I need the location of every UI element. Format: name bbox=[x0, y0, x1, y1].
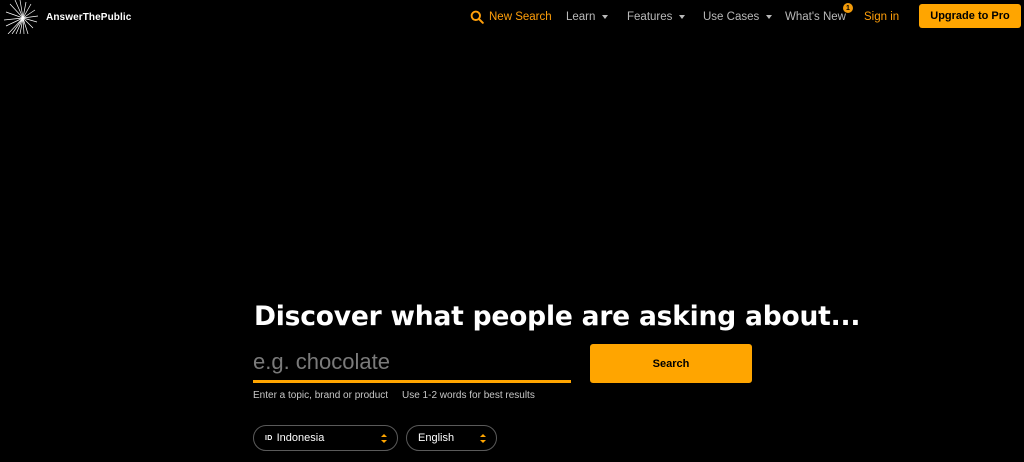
upgrade-to-pro-button[interactable]: Upgrade to Pro bbox=[919, 4, 1021, 28]
select-arrows-icon bbox=[480, 434, 486, 443]
nav-whats-new-link[interactable]: What's New bbox=[785, 0, 846, 34]
nav-features-dropdown[interactable]: Features bbox=[627, 0, 686, 34]
notification-badge: 1 bbox=[843, 3, 853, 13]
nav-learn-dropdown[interactable]: Learn bbox=[566, 0, 609, 34]
whats-new-label: What's New bbox=[785, 11, 846, 23]
hint-words: Use 1-2 words for best results bbox=[402, 390, 535, 401]
language-select[interactable]: English bbox=[406, 425, 497, 451]
sign-in-link[interactable]: Sign in bbox=[864, 0, 899, 34]
nav-use-cases-dropdown[interactable]: Use Cases bbox=[703, 0, 773, 34]
top-navigation: AnswerThePublic New Search Learn Feature… bbox=[0, 0, 1024, 34]
search-input[interactable] bbox=[253, 344, 571, 383]
upgrade-label: Upgrade to Pro bbox=[930, 10, 1010, 22]
chevron-down-icon bbox=[602, 15, 609, 19]
country-value: Indonesia bbox=[276, 432, 325, 444]
new-search-link[interactable]: New Search bbox=[470, 0, 552, 34]
hero-headline: Discover what people are asking about... bbox=[254, 301, 861, 332]
hint-topic: Enter a topic, brand or product bbox=[253, 390, 389, 401]
search-icon bbox=[470, 10, 484, 24]
select-arrows-icon bbox=[381, 434, 387, 443]
sign-in-label: Sign in bbox=[864, 11, 900, 23]
new-search-label: New Search bbox=[489, 11, 552, 23]
country-select[interactable]: ID Indonesia bbox=[253, 425, 398, 451]
search-button[interactable]: Search bbox=[590, 344, 752, 383]
use-cases-label: Use Cases bbox=[703, 11, 760, 23]
chevron-down-icon bbox=[766, 15, 773, 19]
brand-logo[interactable]: AnswerThePublic bbox=[4, 0, 131, 34]
features-label: Features bbox=[627, 11, 673, 23]
country-flag-icon: ID bbox=[265, 434, 273, 442]
answerthepublic-logo-icon bbox=[4, 0, 39, 34]
learn-label: Learn bbox=[566, 11, 596, 23]
brand-name: AnswerThePublic bbox=[46, 11, 132, 23]
chevron-down-icon bbox=[679, 15, 686, 19]
language-value: English bbox=[418, 432, 455, 444]
